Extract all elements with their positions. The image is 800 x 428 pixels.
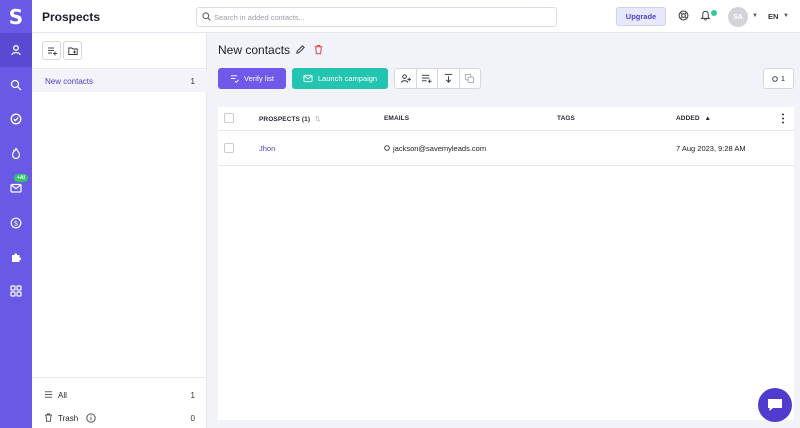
nav-tasks[interactable] <box>0 102 32 136</box>
export-button[interactable] <box>438 69 460 88</box>
copy-icon <box>465 73 475 84</box>
sidebar-item-new-contacts[interactable]: New contacts 1 <box>32 70 207 92</box>
column-header-label: PROSPECTS (1) <box>259 116 311 123</box>
mail-icon <box>10 183 22 193</box>
trash-count: 0 <box>190 414 195 423</box>
email-status-icon <box>384 145 390 151</box>
column-header-added[interactable]: ADDED ▲ <box>676 115 711 122</box>
divider <box>32 377 207 378</box>
nav-warmup[interactable] <box>0 136 32 170</box>
chevron-down-icon[interactable]: ▼ <box>783 13 789 19</box>
upgrade-button[interactable]: Upgrade <box>616 7 666 26</box>
launch-campaign-label: Launch campaign <box>317 74 378 83</box>
chat-bubble-icon <box>768 399 782 411</box>
dollar-icon: $ <box>10 217 22 229</box>
sidebar-item-trash[interactable]: Trash 0 <box>32 407 207 428</box>
search-input[interactable] <box>214 10 544 24</box>
avatar[interactable]: SA <box>728 7 748 27</box>
nav-billing[interactable]: $ <box>0 206 32 240</box>
add-folder-button[interactable] <box>63 41 82 60</box>
search-icon <box>202 12 211 21</box>
prospect-name-link[interactable]: Jhon <box>259 144 275 153</box>
nav-search[interactable] <box>0 68 32 102</box>
language-selector[interactable]: EN <box>768 12 778 21</box>
sidebar-item-count: 1 <box>190 76 195 86</box>
app-logo[interactable]: S <box>0 0 32 33</box>
more-vertical-icon[interactable] <box>781 113 785 124</box>
top-bar: Prospects Upgrade SA ▼ EN ▼ <box>32 0 800 33</box>
sidebar-item-label: New contacts <box>45 76 94 86</box>
launch-campaign-button[interactable]: Launch campaign <box>292 68 388 89</box>
divider <box>32 68 207 69</box>
sidebar-item-all[interactable]: All 1 <box>32 384 207 406</box>
selected-count-button[interactable]: 1 <box>763 68 794 89</box>
prospects-table: PROSPECTS (1) ⇅ EMAILS TAGS ADDED ▲ Jhon… <box>218 107 794 420</box>
sort-icon: ⇅ <box>315 116 321 123</box>
contact-tools <box>394 68 481 89</box>
notification-dot <box>711 10 717 16</box>
person-icon <box>11 45 21 56</box>
info-icon[interactable] <box>86 413 96 423</box>
left-rail: S +AI $ <box>0 0 32 428</box>
bell-icon[interactable] <box>700 10 711 21</box>
mail-icon <box>303 74 313 83</box>
sort-asc-icon: ▲ <box>704 115 712 122</box>
column-header-tags[interactable]: TAGS <box>557 115 575 122</box>
search-box[interactable] <box>196 7 557 27</box>
person-add-icon <box>400 74 411 83</box>
check-circle-icon <box>10 113 22 125</box>
flame-icon <box>11 147 21 159</box>
ai-badge: +AI <box>14 174 28 182</box>
prospect-email: jackson@savemyleads.com <box>393 144 487 153</box>
column-header-prospects[interactable]: PROSPECTS (1) ⇅ <box>259 115 321 123</box>
prospect-added-date: 7 Aug 2023, 9:28 AM <box>676 144 746 153</box>
row-checkbox[interactable] <box>224 143 234 153</box>
all-label: All <box>58 391 67 400</box>
add-to-list-button[interactable] <box>417 69 438 88</box>
lists-sidebar: New contacts 1 All 1 Trash 0 <box>32 33 207 428</box>
column-header-label: ADDED <box>676 115 700 122</box>
add-contact-button[interactable] <box>395 69 417 88</box>
list-add-icon <box>47 47 57 55</box>
table-row[interactable]: Jhon jackson@savemyleads.com 7 Aug 2023,… <box>218 132 794 166</box>
copy-button[interactable] <box>460 69 481 88</box>
table-header: PROSPECTS (1) ⇅ EMAILS TAGS ADDED ▲ <box>218 107 794 131</box>
svg-text:$: $ <box>14 219 18 227</box>
list-add-icon <box>422 74 432 84</box>
all-count: 1 <box>190 391 195 400</box>
page-title: Prospects <box>42 10 101 24</box>
download-icon <box>444 73 452 83</box>
nav-integrations[interactable] <box>0 240 32 274</box>
list-icon <box>44 391 53 398</box>
list-check-icon <box>230 75 239 83</box>
puzzle-icon <box>12 253 22 262</box>
trash-label: Trash <box>58 414 79 423</box>
selected-count: 1 <box>780 74 786 83</box>
add-list-button[interactable] <box>42 41 61 60</box>
verify-list-label: Verify list <box>243 74 274 83</box>
column-header-emails[interactable]: EMAILS <box>384 115 409 122</box>
trash-icon <box>44 413 53 422</box>
grid-icon <box>10 285 22 297</box>
list-title: New contacts <box>218 43 291 57</box>
folder-add-icon <box>67 47 78 55</box>
trash-icon[interactable] <box>313 44 324 55</box>
chevron-down-icon[interactable]: ▼ <box>752 13 758 19</box>
circle-icon <box>772 75 778 82</box>
pencil-icon[interactable] <box>295 44 306 55</box>
nav-apps[interactable] <box>0 274 32 308</box>
help-lifebuoy-icon[interactable] <box>678 10 689 21</box>
search-icon <box>10 79 22 91</box>
chat-widget-button[interactable] <box>758 388 792 422</box>
nav-prospects[interactable] <box>0 33 32 67</box>
verify-list-button[interactable]: Verify list <box>218 68 286 89</box>
select-all-checkbox[interactable] <box>224 113 234 123</box>
